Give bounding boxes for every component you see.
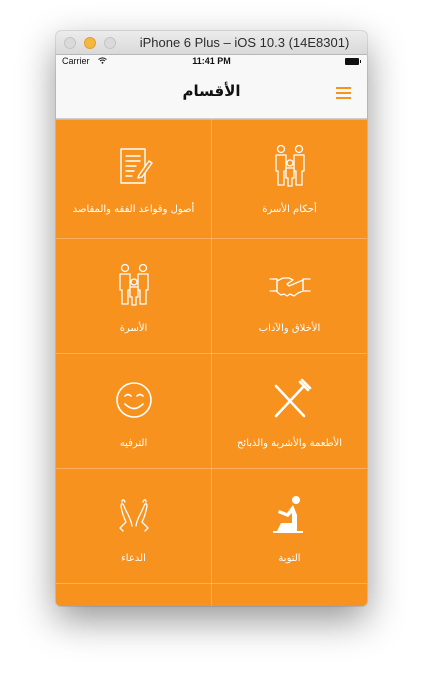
category-ethics-manners[interactable]: الأخلاق والآداب <box>212 238 367 353</box>
window-titlebar: iPhone 6 Plus – iOS 10.3 (14E8301) <box>56 31 367 55</box>
hamburger-menu-icon[interactable] <box>336 87 351 99</box>
category-jurisprudence-principles[interactable]: أصول وقواعد الفقه والمقاصد <box>56 119 211 234</box>
status-time: 11:41 PM <box>192 56 231 66</box>
category-entertainment[interactable]: الترفيه <box>56 353 211 468</box>
family-icon <box>118 263 149 306</box>
simulator-window: iPhone 6 Plus – iOS 10.3 (14E8301) Carri… <box>56 31 367 606</box>
page-title: الأقسام <box>182 82 241 100</box>
minimize-window-button[interactable] <box>84 37 96 49</box>
category-family[interactable]: الأسرة <box>56 238 211 353</box>
kneeling-prayer-icon <box>272 496 303 533</box>
category-family-rulings[interactable]: أحكام الأسرة <box>212 119 367 234</box>
category-label: الدعاء <box>121 553 146 564</box>
category-supplication[interactable]: الدعاء <box>56 468 211 583</box>
category-food-drink[interactable]: الأطعمة والأشربة والذبائح <box>212 353 367 468</box>
category-repentance[interactable]: التوبة <box>212 468 367 583</box>
praying-hands-icon <box>118 499 149 532</box>
status-bar: Carrier 11:41 PM <box>56 55 367 69</box>
window-title: iPhone 6 Plus – iOS 10.3 (14E8301) <box>139 35 350 50</box>
categories-grid: أحكام الأسرة أصول وقواعد الفقه والمقاصد … <box>56 119 367 606</box>
category-label: الأخلاق والآداب <box>258 323 321 334</box>
handshake-icon <box>268 277 311 297</box>
category-label: أصول وقواعد الفقه والمقاصد <box>72 204 195 215</box>
category-label: الأطعمة والأشربة والذبائح <box>236 438 343 449</box>
fork-knife-icon <box>274 378 311 418</box>
zoom-window-button[interactable] <box>104 37 116 49</box>
category-label: أحكام الأسرة <box>262 204 317 215</box>
category-label: التوبة <box>278 553 301 564</box>
navigation-bar: الأقسام <box>56 69 367 119</box>
smiley-icon <box>115 382 152 418</box>
category-label: الترفيه <box>119 438 148 449</box>
family-icon <box>274 144 305 187</box>
category-label: الأسرة <box>119 323 148 334</box>
close-window-button[interactable] <box>64 37 76 49</box>
grid-divider <box>56 583 367 584</box>
battery-icon <box>345 58 361 65</box>
document-pen-icon <box>119 148 153 184</box>
